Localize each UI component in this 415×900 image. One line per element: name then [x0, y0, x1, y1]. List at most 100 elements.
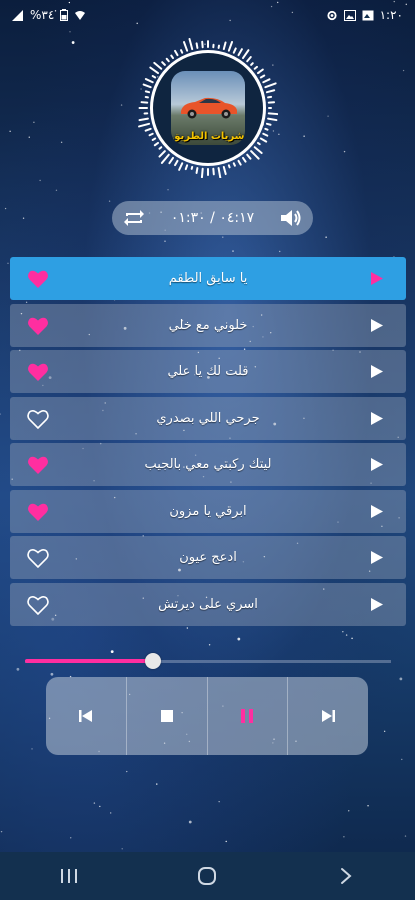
star [237, 637, 241, 641]
pause-button[interactable] [208, 677, 289, 755]
heart-filled-icon [28, 503, 48, 521]
visualizer-bar [184, 164, 189, 171]
favorite-button[interactable] [27, 409, 49, 429]
star [399, 677, 403, 681]
favorite-button[interactable] [27, 455, 49, 475]
play-song-button[interactable] [370, 457, 384, 472]
navigation-bar [0, 852, 415, 900]
star [383, 730, 386, 733]
star [343, 836, 345, 838]
favorite-button[interactable] [27, 548, 49, 569]
visualizer-bar [265, 89, 276, 94]
visualizer-bar [168, 156, 175, 165]
star [33, 121, 35, 123]
song-title: خلوني مع خلي [168, 317, 248, 333]
previous-button[interactable] [46, 677, 127, 755]
play-song-button[interactable] [370, 364, 384, 379]
favorite-button[interactable] [27, 595, 49, 615]
star [31, 748, 33, 750]
heart-filled-icon [28, 363, 48, 381]
visualizer-bar [217, 167, 222, 178]
visualizer-bar [267, 112, 278, 116]
song-row[interactable]: جرحي اللي بصدري [10, 396, 406, 440]
star [60, 141, 63, 143]
song-row[interactable]: قلت لك يا علي [10, 350, 406, 393]
favorite-button[interactable] [27, 316, 49, 336]
song-title: قلت لك يا علي [167, 364, 249, 379]
play-song-button[interactable] [370, 504, 384, 519]
play-song-button[interactable] [370, 550, 384, 565]
play-icon [371, 504, 383, 518]
star [22, 217, 25, 219]
song-title: اسري على ديرتش [158, 596, 258, 612]
seek-bar[interactable] [25, 653, 391, 669]
battery-percent: %٣٤ [30, 8, 55, 22]
visualizer-bar [165, 57, 170, 63]
visualizer-bar [227, 164, 231, 169]
song-row[interactable]: اسري على ديرتش [10, 582, 406, 626]
stop-button[interactable] [127, 677, 208, 755]
song-row[interactable]: يا سايق الطقم [10, 257, 406, 300]
battery-icon [60, 9, 69, 21]
visualizer-bar [259, 137, 268, 143]
time-separator: / [210, 210, 215, 226]
recent-apps-icon [61, 869, 78, 883]
song-list[interactable]: يا سايق الطقم خلوني مع خلي قلت لك يا علي جر… [10, 257, 406, 633]
volume-button[interactable] [279, 206, 303, 230]
photo-icon [343, 9, 356, 21]
star [108, 200, 111, 202]
song-row[interactable]: ابرقي يا مزون [10, 489, 406, 533]
play-icon [371, 597, 383, 611]
visualizer-bar [188, 38, 194, 51]
visualizer-bar [264, 127, 269, 131]
visualizer-bar [174, 159, 179, 167]
settings-icon [327, 10, 337, 20]
song-row[interactable]: ليتك ركبتي معي بالجيب [10, 443, 406, 486]
next-button[interactable] [288, 677, 368, 755]
home-icon [198, 867, 217, 885]
play-icon [371, 272, 383, 285]
favorite-button[interactable] [27, 502, 49, 522]
recent-apps-button[interactable] [49, 856, 89, 896]
song-title: ليتك ركبتي معي بالجيب [144, 457, 272, 472]
repeat-button[interactable] [122, 206, 146, 230]
star [70, 837, 72, 839]
visualizer-bar [237, 159, 242, 166]
seek-thumb[interactable] [145, 653, 162, 669]
song-row[interactable]: ادعج عيون [10, 536, 406, 579]
star [109, 812, 112, 814]
visualizer-bar [178, 162, 184, 171]
star [325, 236, 327, 238]
play-song-button[interactable] [370, 597, 384, 612]
visualizer-bar [253, 146, 263, 155]
star [401, 758, 403, 761]
visualizer-bar [190, 165, 194, 170]
total-time: ٠٤:١٧ [219, 210, 255, 226]
stop-icon [160, 710, 173, 722]
star [345, 634, 348, 636]
star [278, 133, 280, 135]
play-song-button[interactable] [370, 411, 384, 426]
song-title: ادعج عيون [179, 550, 237, 565]
visualizer-bar [241, 156, 247, 163]
play-icon [371, 551, 383, 564]
visualizer-bar [222, 165, 227, 176]
back-button[interactable] [326, 856, 366, 896]
visualizer-bar [241, 49, 250, 60]
status-bar-right: ١:٢٠ [326, 8, 403, 22]
visualizer-bar [138, 117, 149, 122]
star [367, 805, 369, 807]
play-song-button[interactable] [370, 271, 384, 286]
visualizer-bar [222, 41, 227, 51]
visualizer-bar [138, 122, 151, 128]
visualizer-bar [250, 62, 254, 66]
song-row[interactable]: خلوني مع خلي [10, 303, 406, 347]
favorite-button[interactable] [27, 362, 49, 382]
favorite-button[interactable] [27, 269, 49, 289]
home-button[interactable] [187, 856, 227, 896]
star [279, 250, 281, 253]
star [7, 262, 9, 265]
heart-outline-icon [27, 595, 49, 615]
visualizer-bar [265, 122, 272, 126]
play-song-button[interactable] [370, 318, 384, 333]
